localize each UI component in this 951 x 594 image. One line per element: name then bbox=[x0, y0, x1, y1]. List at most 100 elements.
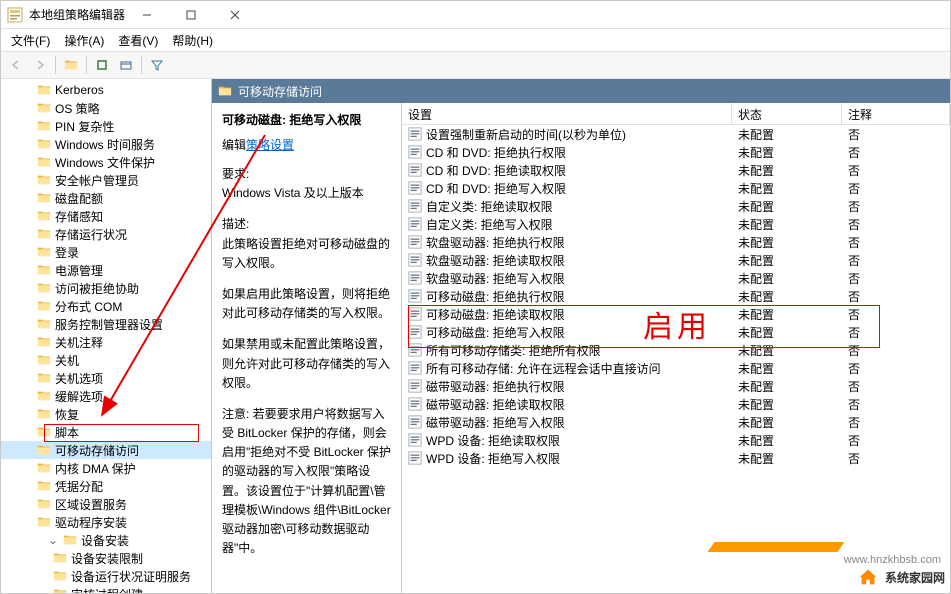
list-row[interactable]: 磁带驱动器: 拒绝读取权限未配置否 bbox=[402, 395, 950, 413]
tree-node[interactable]: Windows 时间服务 bbox=[1, 135, 211, 153]
tree-node[interactable]: OS 策略 bbox=[1, 99, 211, 117]
list-row[interactable]: CD 和 DVD: 拒绝写入权限未配置否 bbox=[402, 179, 950, 197]
tree-node[interactable]: Windows 文件保护 bbox=[1, 153, 211, 171]
tree-node[interactable]: 磁盘配额 bbox=[1, 189, 211, 207]
content-header-title: 可移动存储访问 bbox=[238, 83, 322, 100]
setting-name: 可移动磁盘: 拒绝读取权限 bbox=[426, 306, 565, 323]
folder-icon bbox=[37, 497, 51, 511]
tree-node[interactable]: 缓解选项 bbox=[1, 387, 211, 405]
list-row[interactable]: CD 和 DVD: 拒绝执行权限未配置否 bbox=[402, 143, 950, 161]
maximize-button[interactable] bbox=[169, 1, 213, 29]
list-row[interactable]: 可移动磁盘: 拒绝执行权限未配置否 bbox=[402, 287, 950, 305]
tree-node[interactable]: 驱动程序安装 bbox=[1, 513, 211, 531]
tree-node[interactable]: 登录 bbox=[1, 243, 211, 261]
list-row[interactable]: 自定义类: 拒绝读取权限未配置否 bbox=[402, 197, 950, 215]
setting-icon bbox=[408, 343, 422, 357]
setting-note: 否 bbox=[842, 414, 950, 431]
edit-policy-link[interactable]: 策略设置 bbox=[246, 138, 294, 152]
list-row[interactable]: 磁带驱动器: 拒绝写入权限未配置否 bbox=[402, 413, 950, 431]
tree-node[interactable]: 恢复 bbox=[1, 405, 211, 423]
col-state[interactable]: 状态 bbox=[732, 103, 842, 124]
tree-node[interactable]: 分布式 COM bbox=[1, 297, 211, 315]
list-row[interactable]: 磁带驱动器: 拒绝执行权限未配置否 bbox=[402, 377, 950, 395]
col-note[interactable]: 注释 bbox=[842, 103, 950, 124]
setting-note: 否 bbox=[842, 288, 950, 305]
list-row[interactable]: 软盘驱动器: 拒绝写入权限未配置否 bbox=[402, 269, 950, 287]
setting-note: 否 bbox=[842, 306, 950, 323]
list-row[interactable]: 可移动磁盘: 拒绝写入权限未配置否 bbox=[402, 323, 950, 341]
setting-name: 自定义类: 拒绝读取权限 bbox=[426, 198, 553, 215]
folder-icon bbox=[37, 353, 51, 367]
folder-icon bbox=[37, 83, 51, 97]
tree-node[interactable]: 凭据分配 bbox=[1, 477, 211, 495]
tree-node[interactable]: 设备运行状况证明服务 bbox=[1, 567, 211, 585]
detail-title: 可移动磁盘: 拒绝写入权限 bbox=[222, 111, 391, 128]
tree-node[interactable]: 设备安装限制 bbox=[1, 549, 211, 567]
folder-icon bbox=[63, 533, 77, 547]
back-button[interactable] bbox=[5, 54, 27, 76]
menu-file[interactable]: 文件(F) bbox=[5, 30, 56, 51]
tree-node[interactable]: PIN 复杂性 bbox=[1, 117, 211, 135]
list-row[interactable]: 可移动磁盘: 拒绝读取权限 未配置否 bbox=[402, 305, 950, 323]
tree-node[interactable]: 存储运行状况 bbox=[1, 225, 211, 243]
list-row[interactable]: 所有可移动存储类: 拒绝所有权限未配置否 bbox=[402, 341, 950, 359]
menu-action[interactable]: 操作(A) bbox=[58, 30, 110, 51]
folder-icon bbox=[37, 263, 51, 277]
tree-node[interactable]: 关机 bbox=[1, 351, 211, 369]
menu-help[interactable]: 帮助(H) bbox=[166, 30, 219, 51]
list-row[interactable]: 软盘驱动器: 拒绝执行权限未配置否 bbox=[402, 233, 950, 251]
minimize-button[interactable] bbox=[125, 1, 169, 29]
setting-state: 未配置 bbox=[732, 306, 842, 323]
tree-node[interactable]: 关机注释 bbox=[1, 333, 211, 351]
setting-name: 软盘驱动器: 拒绝写入权限 bbox=[426, 270, 565, 287]
tree-label: 设备安装 bbox=[81, 532, 129, 549]
list-row[interactable]: 自定义类: 拒绝写入权限未配置否 bbox=[402, 215, 950, 233]
caret-down-icon[interactable]: ⌄ bbox=[47, 533, 59, 547]
tree-node[interactable]: ⌄ 设备安装 bbox=[1, 531, 211, 549]
up-button[interactable] bbox=[60, 54, 82, 76]
tree-label: 登录 bbox=[55, 244, 79, 261]
tree-node[interactable]: 可移动存储访问 bbox=[1, 441, 211, 459]
tree-node[interactable]: 内核 DMA 保护 bbox=[1, 459, 211, 477]
forward-button[interactable] bbox=[29, 54, 51, 76]
tree-node[interactable]: 服务控制管理器设置 bbox=[1, 315, 211, 333]
tree-label: 区域设置服务 bbox=[55, 496, 127, 513]
export-button[interactable] bbox=[115, 54, 137, 76]
setting-icon bbox=[408, 307, 422, 321]
tree-label: 分布式 COM bbox=[55, 298, 122, 315]
app-window: 本地组策略编辑器 文件(F) 操作(A) 查看(V) 帮助(H) Kerbero… bbox=[0, 0, 951, 594]
folder-icon bbox=[37, 191, 51, 205]
tree-node[interactable]: 审核过程创建 bbox=[1, 585, 211, 593]
tree-node[interactable]: 关机选项 bbox=[1, 369, 211, 387]
list-row[interactable]: 所有可移动存储: 允许在远程会话中直接访问未配置否 bbox=[402, 359, 950, 377]
setting-note: 否 bbox=[842, 126, 950, 143]
list-row[interactable]: WPD 设备: 拒绝读取权限未配置否 bbox=[402, 431, 950, 449]
refresh-button[interactable] bbox=[91, 54, 113, 76]
setting-note: 否 bbox=[842, 162, 950, 179]
list-row[interactable]: WPD 设备: 拒绝写入权限未配置否 bbox=[402, 449, 950, 467]
folder-icon bbox=[37, 371, 51, 385]
list-row[interactable]: 软盘驱动器: 拒绝读取权限未配置否 bbox=[402, 251, 950, 269]
list-row[interactable]: CD 和 DVD: 拒绝读取权限未配置否 bbox=[402, 161, 950, 179]
settings-list[interactable]: 设置 状态 注释 设置强制重新启动的时间(以秒为单位)未配置否CD 和 DVD:… bbox=[402, 103, 950, 593]
list-row[interactable]: 设置强制重新启动的时间(以秒为单位)未配置否 bbox=[402, 125, 950, 143]
tree-node[interactable]: 区域设置服务 bbox=[1, 495, 211, 513]
folder-icon bbox=[37, 389, 51, 403]
tree-node[interactable]: 安全帐户管理员 bbox=[1, 171, 211, 189]
filter-button[interactable] bbox=[146, 54, 168, 76]
col-setting[interactable]: 设置 bbox=[402, 103, 732, 124]
tree-node[interactable]: 访问被拒绝协助 bbox=[1, 279, 211, 297]
setting-state: 未配置 bbox=[732, 144, 842, 161]
setting-note: 否 bbox=[842, 180, 950, 197]
setting-icon bbox=[408, 451, 422, 465]
tree-node[interactable]: 脚本 bbox=[1, 423, 211, 441]
folder-icon bbox=[37, 479, 51, 493]
close-button[interactable] bbox=[213, 1, 257, 29]
window-title: 本地组策略编辑器 bbox=[29, 6, 125, 23]
tree-node[interactable]: 电源管理 bbox=[1, 261, 211, 279]
setting-name: CD 和 DVD: 拒绝读取权限 bbox=[426, 162, 566, 179]
menu-view[interactable]: 查看(V) bbox=[112, 30, 164, 51]
tree-node[interactable]: Kerberos bbox=[1, 81, 211, 99]
tree-pane[interactable]: KerberosOS 策略PIN 复杂性Windows 时间服务Windows … bbox=[1, 79, 212, 593]
tree-node[interactable]: 存储感知 bbox=[1, 207, 211, 225]
